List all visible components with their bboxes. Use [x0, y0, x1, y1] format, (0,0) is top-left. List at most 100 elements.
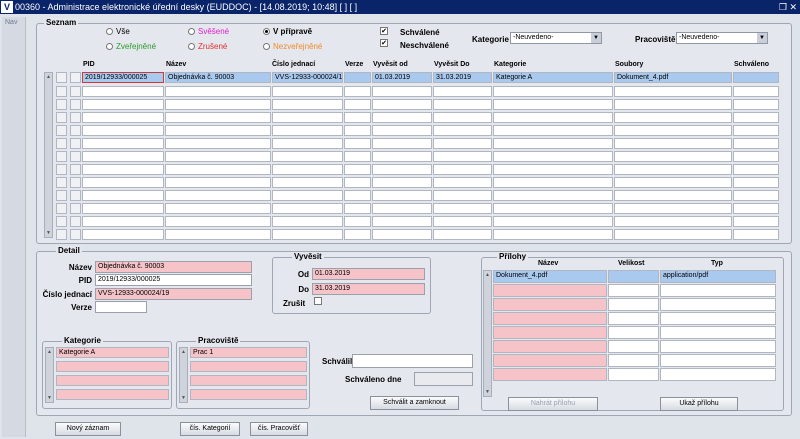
row-marker[interactable]: [70, 99, 81, 110]
table-cell[interactable]: [614, 86, 732, 97]
table-cell[interactable]: [272, 177, 343, 188]
table-cell[interactable]: [165, 203, 271, 214]
table-cell[interactable]: [165, 164, 271, 175]
table-cell-pid[interactable]: 2019/12933/000025: [82, 72, 164, 83]
prilohy-cell-nazev[interactable]: [493, 284, 607, 297]
table-cell[interactable]: [165, 125, 271, 136]
table-cell[interactable]: [733, 112, 779, 123]
prilohy-cell-velikost[interactable]: [608, 270, 659, 283]
table-cell[interactable]: [493, 151, 613, 162]
schvalit-a-zamknout-button[interactable]: Schválit a zamknout: [370, 396, 459, 410]
table-cell[interactable]: [493, 190, 613, 201]
table-cell[interactable]: [372, 86, 432, 97]
table-cell[interactable]: [433, 203, 492, 214]
table-cell[interactable]: [614, 112, 732, 123]
table-cell[interactable]: [433, 177, 492, 188]
prilohy-cell-nazev[interactable]: [493, 326, 607, 339]
table-cell[interactable]: [165, 151, 271, 162]
table-cell[interactable]: [733, 125, 779, 136]
table-cell[interactable]: [344, 86, 371, 97]
table-cell[interactable]: [614, 177, 732, 188]
table-cell[interactable]: [272, 99, 343, 110]
prilohy-cell-typ[interactable]: application/pdf: [660, 270, 776, 283]
table-cell[interactable]: [82, 151, 164, 162]
table-cell[interactable]: [344, 190, 371, 201]
table-cell[interactable]: [433, 216, 492, 227]
row-marker[interactable]: [70, 190, 81, 201]
table-cell[interactable]: [372, 190, 432, 201]
table-cell-verze[interactable]: [344, 72, 371, 83]
detail-verze-field[interactable]: [95, 301, 147, 313]
table-cell[interactable]: [493, 177, 613, 188]
prilohy-cell-velikost[interactable]: [608, 326, 659, 339]
row-marker[interactable]: [56, 216, 67, 227]
chevron-down-icon[interactable]: ▼: [757, 33, 767, 43]
table-cell[interactable]: [733, 99, 779, 110]
table-cell[interactable]: [82, 216, 164, 227]
scroll-down-icon[interactable]: ▼: [45, 229, 52, 237]
row-marker[interactable]: [70, 203, 81, 214]
table-cell[interactable]: [165, 112, 271, 123]
row-marker[interactable]: [56, 229, 67, 240]
row-marker[interactable]: [70, 138, 81, 149]
table-cell[interactable]: [614, 138, 732, 149]
zrusit-checkbox[interactable]: [314, 297, 322, 305]
table-cell[interactable]: [433, 99, 492, 110]
table-cell[interactable]: [614, 125, 732, 136]
row-marker[interactable]: [56, 86, 67, 97]
table-cell[interactable]: [165, 86, 271, 97]
pracoviste-list-item[interactable]: Prac 1: [190, 347, 307, 358]
row-marker[interactable]: [56, 164, 67, 175]
table-cell[interactable]: [614, 190, 732, 201]
prilohy-cell-typ[interactable]: [660, 312, 776, 325]
ukaz-prilohu-button[interactable]: Ukaž přílohu: [660, 397, 738, 411]
table-cell[interactable]: [82, 86, 164, 97]
table-cell[interactable]: [614, 203, 732, 214]
table-cell[interactable]: [372, 99, 432, 110]
table-cell[interactable]: [733, 86, 779, 97]
table-cell[interactable]: [493, 216, 613, 227]
detail-nazev-field[interactable]: Objednávka č. 90003: [95, 261, 252, 273]
table-cell[interactable]: [344, 112, 371, 123]
row-marker[interactable]: [56, 99, 67, 110]
table-cell-schvaleno[interactable]: [733, 72, 779, 83]
navigator-panel[interactable]: Nav: [2, 17, 26, 437]
table-cell[interactable]: [165, 229, 271, 240]
cis-kategorii-button[interactable]: čís. Kategorií: [180, 422, 240, 436]
pracoviste-list-item[interactable]: [190, 389, 307, 400]
kategorie-list-item[interactable]: Kategorie A: [56, 347, 169, 358]
table-cell[interactable]: [614, 164, 732, 175]
prilohy-cell-typ[interactable]: [660, 354, 776, 367]
table-cell[interactable]: [82, 99, 164, 110]
table-cell[interactable]: [433, 190, 492, 201]
table-cell[interactable]: [272, 86, 343, 97]
scroll-down-icon[interactable]: ▼: [180, 394, 187, 402]
kategorie-scrollbar[interactable]: ▲ ▼: [45, 347, 54, 403]
scroll-up-icon[interactable]: ▲: [46, 348, 53, 356]
table-cell-vyvesit-od[interactable]: 01.03.2019: [372, 72, 432, 83]
table-cell[interactable]: [344, 99, 371, 110]
row-marker[interactable]: [70, 112, 81, 123]
chevron-down-icon[interactable]: ▼: [591, 33, 601, 43]
scroll-up-icon[interactable]: ▲: [45, 73, 52, 81]
table-cell[interactable]: [733, 177, 779, 188]
prilohy-cell-nazev[interactable]: [493, 368, 607, 381]
prilohy-cell-nazev[interactable]: [493, 298, 607, 311]
table-cell[interactable]: [372, 216, 432, 227]
row-marker[interactable]: [70, 86, 81, 97]
table-cell[interactable]: [165, 99, 271, 110]
prilohy-cell-nazev[interactable]: [493, 354, 607, 367]
scroll-down-icon[interactable]: ▼: [46, 394, 53, 402]
table-cell[interactable]: [344, 177, 371, 188]
table-cell[interactable]: [82, 164, 164, 175]
table-cell[interactable]: [272, 112, 343, 123]
prilohy-cell-velikost[interactable]: [608, 368, 659, 381]
kategorie-list-item[interactable]: [56, 389, 169, 400]
table-cell[interactable]: [82, 190, 164, 201]
table-cell[interactable]: [372, 203, 432, 214]
prilohy-cell-typ[interactable]: [660, 284, 776, 297]
table-cell[interactable]: [614, 229, 732, 240]
vyvesit-od-field[interactable]: 01.03.2019: [312, 268, 425, 280]
prilohy-cell-nazev[interactable]: [493, 340, 607, 353]
kategorie-select[interactable]: -Neuvedeno- ▼: [510, 32, 602, 44]
